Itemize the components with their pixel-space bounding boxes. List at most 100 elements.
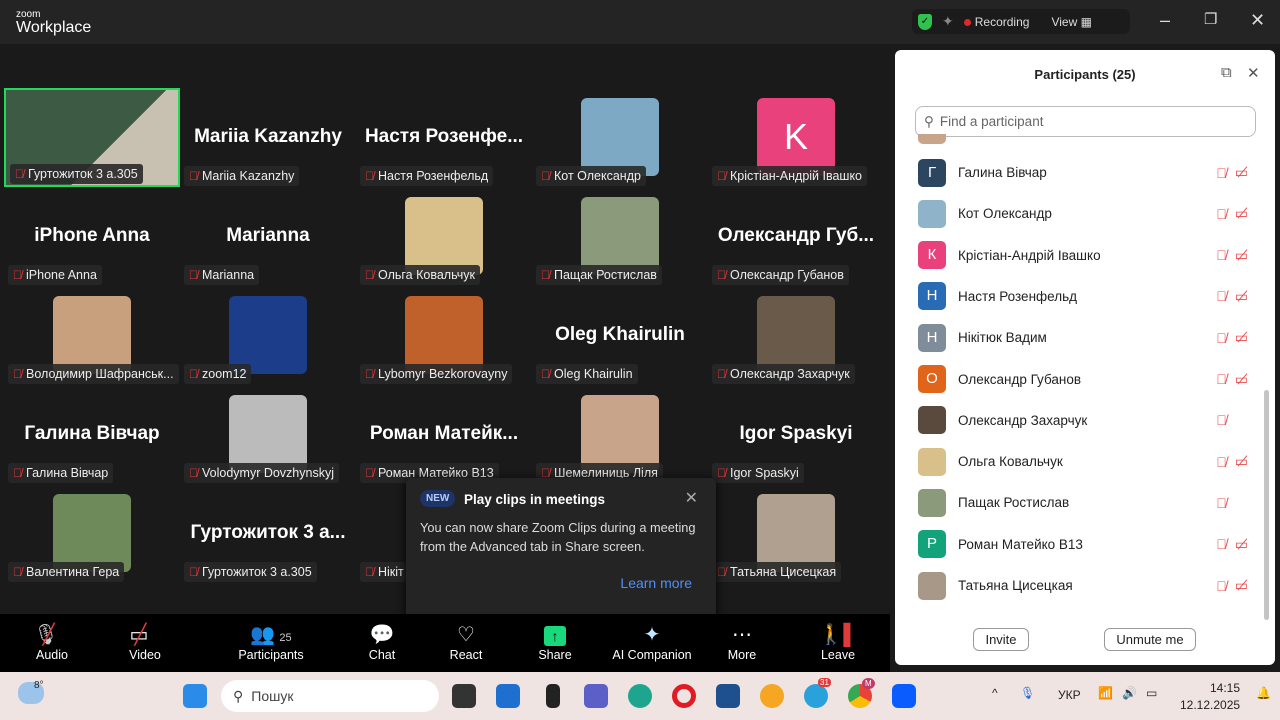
chrome-icon[interactable]: M	[848, 678, 875, 708]
start-button[interactable]	[183, 684, 207, 708]
video-off-icon[interactable]: ▭̸	[1235, 453, 1248, 470]
task-view-icon[interactable]	[452, 684, 476, 708]
mic-off-icon[interactable]: 🎙̸	[1216, 247, 1227, 263]
video-off-icon[interactable]: ▭̸	[1235, 288, 1248, 305]
video-off-icon[interactable]: ▭̸	[1235, 247, 1248, 264]
show-hidden-icons[interactable]: ^	[992, 686, 998, 700]
outlook-icon[interactable]	[496, 684, 520, 708]
mic-off-icon[interactable]: 🎙̸	[1216, 288, 1227, 304]
video-tile[interactable]: Гуртожиток 3 а... 🎙̸ Гуртожиток 3 а.305	[180, 484, 356, 583]
restore-button[interactable]: ❐	[1204, 10, 1217, 28]
mic-off-icon[interactable]: 🎙̸	[1216, 578, 1227, 594]
language-indicator[interactable]: УКР	[1058, 688, 1081, 702]
video-tile[interactable]: 🎙̸ Volodymyr Dovzhynskyj	[180, 385, 356, 484]
notifications-icon[interactable]: 🔔	[1256, 686, 1271, 700]
mic-off-icon[interactable]: 🎙̸	[1216, 412, 1227, 428]
telegram-icon[interactable]: 31	[804, 678, 831, 708]
video-tile[interactable]: 🎙̸ Гуртожиток 3 а.305	[4, 88, 180, 187]
video-tile[interactable]: Oleg Khairulin 🎙̸ Oleg Khairulin	[532, 286, 708, 385]
battery-icon[interactable]: ▭	[1146, 686, 1157, 700]
video-tile[interactable]: Igor Spaskyi 🎙̸ Igor Spaskyi	[708, 385, 884, 484]
mic-off-icon[interactable]: 🎙̸	[1216, 454, 1227, 470]
react-button[interactable]: ♡ React	[446, 622, 486, 662]
ai-sparkle-icon[interactable]: ✦	[942, 13, 954, 30]
participant-row[interactable]: Н Нікітюк Вадим 🎙̸ ▭̸	[918, 317, 1248, 358]
taskbar-search[interactable]: ⚲ Пошук	[221, 680, 439, 712]
volume-icon[interactable]: 🔊	[1122, 686, 1137, 700]
participant-row[interactable]: Татьяна Цисецкая 🎙̸ ▭̸	[918, 565, 1248, 606]
video-tile[interactable]: 🎙̸ Ольга Ковальчук	[356, 187, 532, 286]
recording-indicator[interactable]: Recording	[963, 15, 1029, 29]
participant-row[interactable]: О Олександр Губанов 🎙̸ ▭̸	[918, 359, 1248, 400]
phone-link-icon[interactable]	[546, 684, 560, 708]
zoom-taskbar-icon[interactable]	[892, 684, 916, 708]
mic-off-icon[interactable]: 🎙̸	[1216, 165, 1227, 181]
video-off-icon[interactable]: ▭̸	[1235, 577, 1248, 594]
video-tile[interactable]: iPhone Anna 🎙̸ iPhone Anna	[4, 187, 180, 286]
pop-out-icon[interactable]: ⧉	[1221, 64, 1232, 81]
participant-search-input[interactable]: ⚲ Find a participant	[915, 106, 1256, 137]
security-shield-icon[interactable]: ✓	[918, 13, 932, 30]
video-tile[interactable]: 🎙̸ Татьяна Цисецкая	[708, 484, 884, 583]
chat-button[interactable]: 💬 Chat	[362, 622, 402, 662]
close-popup-icon[interactable]: ✕	[685, 488, 698, 508]
participant-row[interactable]: Г Галина Вівчар 🎙̸ ▭̸	[918, 152, 1248, 193]
more-button[interactable]: ⋯ More	[722, 622, 762, 662]
leave-button[interactable]: 🚶▌ Leave	[818, 622, 858, 662]
clock-date[interactable]: 12.12.2025	[1180, 698, 1240, 712]
unmute-me-button[interactable]: Unmute me	[1104, 628, 1196, 651]
video-tile[interactable]: 🎙̸ Lybomyr Bezkorovayny	[356, 286, 532, 385]
participant-row[interactable]: Пащак Ростислав🎙̸▭	[918, 482, 1248, 523]
video-off-icon[interactable]: ▭̸	[1235, 164, 1248, 181]
video-off-icon[interactable]: ▭̸	[1235, 371, 1248, 388]
video-tile[interactable]: Marianna 🎙̸ Marianna	[180, 187, 356, 286]
video-tile[interactable]: 🎙̸ zoom12	[180, 286, 356, 385]
participant-row[interactable]: Олександр Захарчук🎙̸▭	[918, 400, 1248, 441]
participant-row[interactable]: Н Настя Розенфельд 🎙̸ ▭̸	[918, 276, 1248, 317]
video-off-icon[interactable]: ▭̸	[1235, 329, 1248, 346]
share-button[interactable]: ↑ Share	[535, 622, 575, 662]
video-tile[interactable]: Настя Розенфе... 🎙̸ Настя Розенфельд	[356, 88, 532, 187]
video-tile[interactable]: Роман Матейк... 🎙̸ Роман Матейко В13	[356, 385, 532, 484]
participants-button[interactable]: 👥 25 Participants	[236, 622, 306, 662]
video-tile[interactable]: 🎙̸ Олександр Захарчук	[708, 286, 884, 385]
video-tile[interactable]: Галина Вівчар 🎙̸ Галина Вівчар	[4, 385, 180, 484]
learn-more-link[interactable]: Learn more	[620, 575, 692, 591]
audio-button[interactable]: 🎙╱ Audio	[30, 622, 74, 662]
video-tile[interactable]: Олександр Губ... 🎙̸ Олександр Губанов	[708, 187, 884, 286]
mic-off-icon[interactable]: 🎙̸	[1216, 495, 1227, 511]
mic-location-icon[interactable]: 🎙	[1020, 686, 1035, 700]
wifi-icon[interactable]: 📶	[1098, 686, 1113, 700]
video-options-caret[interactable]: ^	[12, 614, 20, 631]
participant-list-scrollbar[interactable]	[1264, 390, 1269, 620]
video-tile[interactable]: 🎙̸ Валентина Гера	[4, 484, 180, 583]
view-button[interactable]: View ▦	[1051, 15, 1091, 29]
participant-row[interactable]: Р Роман Матейко В13 🎙̸ ▭̸	[918, 524, 1248, 565]
vpn-icon[interactable]	[760, 684, 784, 708]
teams-icon[interactable]	[584, 684, 608, 708]
video-tile[interactable]: K 🎙̸ Крістіан-Андрій Івашко	[708, 88, 884, 187]
participant-row[interactable]: К Крістіан-Андрій Івашко 🎙̸ ▭̸	[918, 235, 1248, 276]
participant-row-partial[interactable]	[918, 134, 1248, 144]
invite-button[interactable]: Invite	[973, 628, 1029, 651]
opera-icon[interactable]	[672, 684, 696, 708]
ai-companion-button[interactable]: ✦ AI Companion	[610, 622, 694, 662]
video-off-icon[interactable]: ▭̸	[1235, 205, 1248, 222]
mic-off-icon[interactable]: 🎙̸	[1216, 330, 1227, 346]
close-window-button[interactable]: ✕	[1250, 10, 1265, 31]
mic-off-icon[interactable]: 🎙̸	[1216, 206, 1227, 222]
audio-options-caret[interactable]: ^	[0, 614, 8, 631]
minimize-button[interactable]: –	[1160, 10, 1170, 31]
close-panel-icon[interactable]: ✕	[1247, 64, 1260, 82]
video-tile[interactable]: 🎙̸ Володимир Шафранськ...	[4, 286, 180, 385]
participant-row[interactable]: Ольга Ковальчук 🎙̸ ▭̸	[918, 441, 1248, 482]
mic-off-icon[interactable]: 🎙̸	[1216, 371, 1227, 387]
edge-icon[interactable]	[628, 684, 652, 708]
video-tile[interactable]: 🎙̸ Шемелиниць Ліля	[532, 385, 708, 484]
mic-off-icon[interactable]: 🎙̸	[1216, 536, 1227, 552]
participant-row[interactable]: Кот Олександр 🎙̸ ▭̸	[918, 193, 1248, 234]
clock-time[interactable]: 14:15	[1210, 681, 1240, 695]
video-tile[interactable]: 🎙̸ Пащак Ростислав	[532, 187, 708, 286]
video-tile[interactable]: 🎙̸ Кот Олександр	[532, 88, 708, 187]
video-tile[interactable]: Mariia Kazanzhy 🎙̸ Mariia Kazanzhy	[180, 88, 356, 187]
